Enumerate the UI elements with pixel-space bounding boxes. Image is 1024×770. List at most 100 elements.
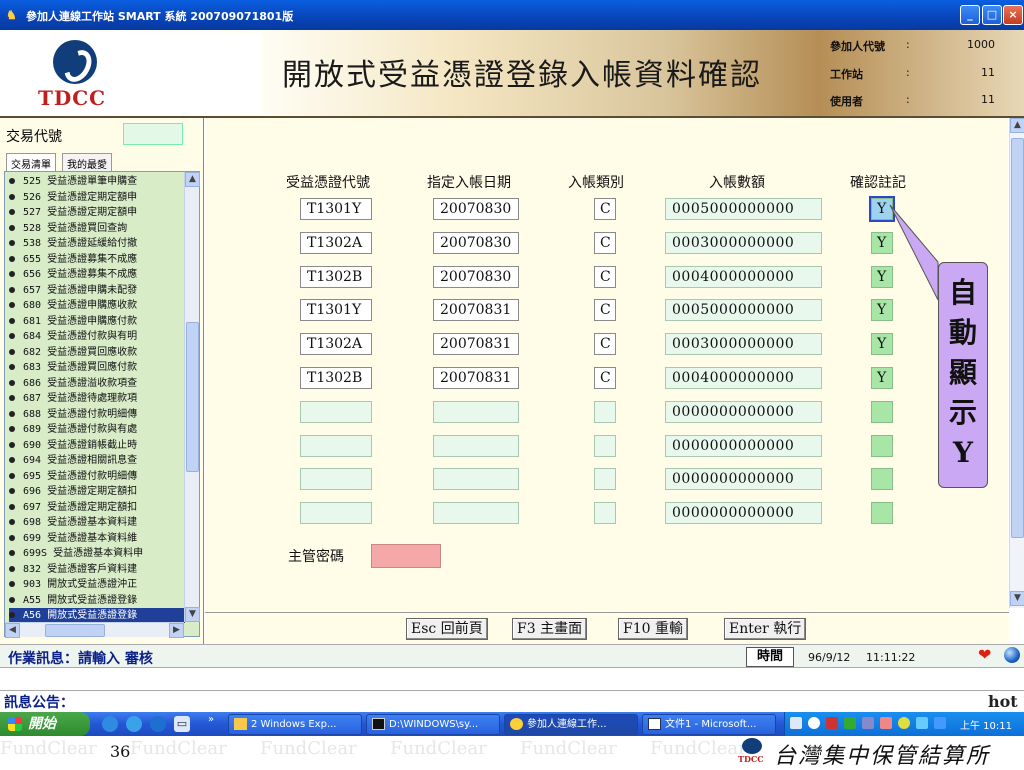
posting-amount-field[interactable]: 0000000000000 — [665, 468, 822, 491]
posting-amount-field[interactable]: 0005000000000 — [665, 299, 822, 322]
security-icon[interactable] — [880, 717, 892, 729]
list-item[interactable]: 697 受益憑證定期定額扣 — [9, 500, 185, 515]
update-icon[interactable] — [916, 717, 928, 729]
fund-code-field[interactable] — [300, 434, 372, 457]
posting-date-field[interactable] — [433, 400, 519, 423]
fund-code-field[interactable]: T1302A — [300, 231, 372, 254]
fund-code-field[interactable] — [300, 468, 372, 491]
confirm-flag-field[interactable] — [871, 400, 893, 423]
enter-execute-button[interactable]: Enter 執行 — [724, 618, 807, 640]
list-item[interactable]: 689 受益憑證付款與有處 — [9, 422, 185, 437]
desktop-quicklaunch-icon[interactable]: ▭ — [174, 716, 190, 732]
esc-back-button[interactable]: Esc 回前頁 — [406, 618, 488, 640]
list-item[interactable]: 699S 受益憑證基本資料申 — [9, 546, 185, 561]
posting-amount-field[interactable]: 0000000000000 — [665, 400, 822, 423]
heart-icon[interactable]: ❤ — [978, 647, 991, 663]
tray-expand-icon[interactable] — [808, 717, 820, 729]
posting-type-field[interactable]: C — [594, 333, 616, 356]
list-item[interactable]: 680 受益憑證申購應收款 — [9, 298, 185, 313]
close-button[interactable]: × — [1003, 5, 1023, 25]
posting-type-field[interactable]: C — [594, 198, 616, 220]
confirm-flag-field[interactable]: Y — [871, 367, 893, 389]
posting-date-field[interactable]: 20070830 — [433, 198, 519, 220]
list-item[interactable]: 528 受益憑證買回查詢 — [9, 221, 185, 236]
globe-icon[interactable] — [1004, 647, 1020, 663]
posting-type-field[interactable]: C — [594, 265, 616, 288]
mus-icon[interactable] — [826, 717, 838, 729]
list-item[interactable]: 656 受益憑證募集不成應 — [9, 267, 185, 282]
ie-quicklaunch-icon[interactable] — [150, 716, 166, 732]
posting-amount-field[interactable]: 0000000000000 — [665, 502, 822, 525]
list-item[interactable]: 690 受益憑證銷帳截止時 — [9, 438, 185, 453]
posting-date-field[interactable]: 20070830 — [433, 265, 519, 288]
posting-amount-field[interactable]: 0004000000000 — [665, 265, 822, 288]
list-item[interactable]: 525 受益憑證單筆申購查 — [9, 174, 185, 189]
taskbar-item-command-prompt[interactable]: D:\WINDOWS\sy... — [366, 714, 500, 735]
taskbar-clock[interactable]: 上午 10:11 — [960, 717, 1012, 732]
transaction-code-input[interactable] — [123, 123, 183, 145]
posting-amount-field[interactable]: 0005000000000 — [665, 198, 822, 220]
transaction-list[interactable]: 525 受益憑證單筆申購查 526 受益憑證定期定額申 527 受益憑證定期定額申 5… — [4, 171, 200, 637]
list-item[interactable]: 696 受益憑證定期定額扣 — [9, 484, 185, 499]
horizontal-scroll-thumb[interactable] — [45, 624, 105, 637]
confirm-flag-field[interactable] — [871, 502, 893, 525]
confirm-flag-field[interactable]: Y — [871, 333, 893, 356]
monitor-icon[interactable] — [862, 717, 874, 729]
posting-amount-field[interactable]: 0000000000000 — [665, 434, 822, 457]
list-item[interactable]: 698 受益憑證基本資料建 — [9, 515, 185, 530]
transaction-list-vertical-scrollbar[interactable]: ▲ ▼ — [184, 172, 200, 622]
list-item[interactable]: 695 受益憑證付款明細傳 — [9, 469, 185, 484]
browser-quicklaunch-icon[interactable] — [102, 716, 118, 732]
tab-transaction-list[interactable]: 交易清單 — [6, 153, 56, 171]
list-item[interactable]: 527 受益憑證定期定額申 — [9, 205, 185, 220]
tab-favorites[interactable]: 我的最愛 — [62, 153, 112, 171]
list-item[interactable]: A55 開放式受益憑證登錄 — [9, 593, 185, 608]
scroll-thumb[interactable] — [1011, 138, 1024, 538]
posting-date-field[interactable] — [433, 434, 519, 457]
posting-type-field[interactable] — [594, 434, 616, 457]
posting-type-field[interactable] — [594, 468, 616, 491]
list-item[interactable]: 699 受益憑證基本資料維 — [9, 531, 185, 546]
transaction-list-horizontal-scrollbar[interactable]: ◀ ▶ — [5, 622, 184, 638]
scroll-down-arrow-icon[interactable]: ▼ — [185, 607, 200, 622]
f10-reenter-button[interactable]: F10 重輸 — [618, 618, 688, 640]
chevron-right-icon[interactable]: » — [208, 714, 214, 725]
posting-type-field[interactable] — [594, 502, 616, 525]
scroll-down-arrow-icon[interactable]: ▼ — [1010, 591, 1024, 606]
posting-date-field[interactable]: 20070831 — [433, 333, 519, 356]
alert-icon[interactable] — [898, 717, 910, 729]
main-vertical-scrollbar[interactable]: ▲ ▼ — [1009, 118, 1024, 608]
fund-code-field[interactable] — [300, 400, 372, 423]
taskbar-item-smart-workstation[interactable]: 參加人連線工作... — [504, 714, 638, 735]
list-item[interactable]: 684 受益憑證付款與有明 — [9, 329, 185, 344]
list-item[interactable]: 903 開放式受益憑證沖正 — [9, 577, 185, 592]
list-item[interactable]: 657 受益憑證申購未配發 — [9, 283, 185, 298]
taskbar-item-word-document[interactable]: 文件1 - Microsoft... — [642, 714, 776, 735]
minimize-button[interactable]: _ — [960, 5, 980, 25]
posting-date-field[interactable] — [433, 468, 519, 491]
scroll-up-arrow-icon[interactable]: ▲ — [185, 172, 200, 187]
fund-code-field[interactable] — [300, 502, 372, 525]
confirm-flag-field[interactable] — [871, 468, 893, 491]
list-item[interactable]: 687 受益憑證待處理款項 — [9, 391, 185, 406]
posting-date-field[interactable]: 20070831 — [433, 367, 519, 389]
posting-date-field[interactable] — [433, 502, 519, 525]
posting-type-field[interactable]: C — [594, 367, 616, 389]
f3-main-screen-button[interactable]: F3 主畫面 — [512, 618, 588, 640]
list-item[interactable]: 526 受益憑證定期定額申 — [9, 190, 185, 205]
posting-amount-field[interactable]: 0003000000000 — [665, 231, 822, 254]
posting-type-field[interactable]: C — [594, 231, 616, 254]
scroll-left-arrow-icon[interactable]: ◀ — [5, 623, 20, 638]
posting-type-field[interactable]: C — [594, 299, 616, 322]
keyboard-icon[interactable] — [790, 717, 802, 729]
scroll-right-arrow-icon[interactable]: ▶ — [169, 623, 184, 638]
list-item[interactable]: 832 受益憑證客戶資料建 — [9, 562, 185, 577]
media-quicklaunch-icon[interactable] — [126, 716, 142, 732]
list-item[interactable]: 683 受益憑證買回應付款 — [9, 360, 185, 375]
list-item[interactable]: 538 受益憑證延緩給付撤 — [9, 236, 185, 251]
list-item[interactable]: 655 受益憑證募集不成應 — [9, 252, 185, 267]
network-icon[interactable] — [844, 717, 856, 729]
posting-amount-field[interactable]: 0004000000000 — [665, 367, 822, 389]
fund-code-field[interactable]: T1302B — [300, 265, 372, 288]
fund-code-field[interactable]: T1302A — [300, 333, 372, 356]
